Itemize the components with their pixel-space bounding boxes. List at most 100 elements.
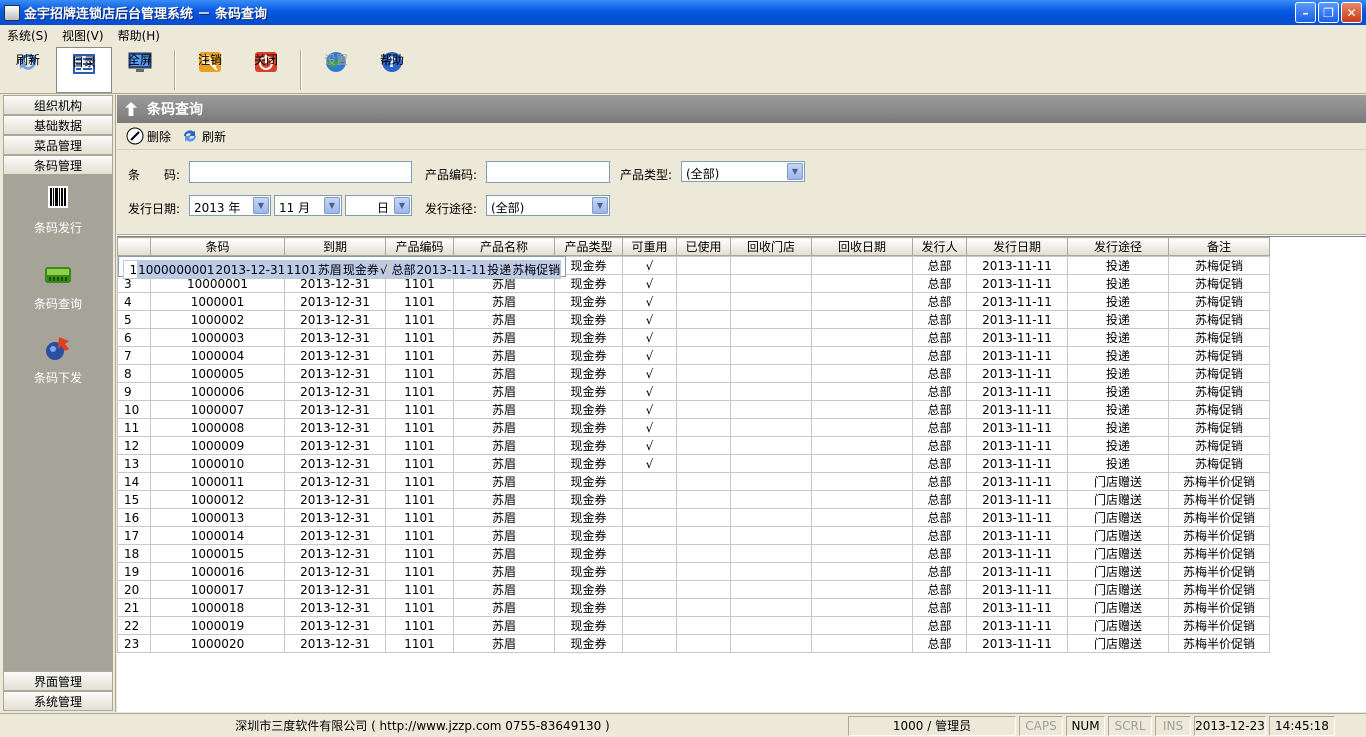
table-row[interactable]: 12 1000009 2013-12-31 1101 苏眉 现金券 √ 总部 2013-11-1… (117, 436, 1270, 455)
table-cell (811, 382, 913, 401)
table-row[interactable]: 17 1000014 2013-12-31 1101 苏眉 现金券 总部 2013-11-11… (117, 526, 1270, 545)
table-cell (730, 616, 812, 635)
column-header[interactable]: 产品类型 (554, 237, 623, 256)
sidebar-nav-org[interactable]: 组织机构 (3, 95, 113, 115)
table-cell (676, 508, 731, 527)
table-row[interactable]: 14 1000011 2013-12-31 1101 苏眉 现金券 总部 2013-11-11… (117, 472, 1270, 491)
sidebar-nav-barcode[interactable]: 条码管理 (3, 155, 113, 175)
logout-button[interactable]: 注销 (182, 46, 238, 92)
table-cell (622, 490, 677, 509)
table-cell: 总部 (912, 472, 967, 491)
table-cell: 2013-11-11 (966, 508, 1068, 527)
table-cell: 1000017 (150, 580, 285, 599)
table-cell (676, 634, 731, 653)
sidebar-item-barcode-query[interactable]: 条码查询 (3, 259, 113, 312)
menu-help[interactable]: 帮助(H) (111, 27, 167, 44)
table-row[interactable]: 16 1000013 2013-12-31 1101 苏眉 现金券 总部 2013-11-11… (117, 508, 1270, 527)
table-cell: 苏眉 (453, 508, 555, 527)
table-cell: 1000002 (150, 310, 285, 329)
close-label: 关闭 (253, 53, 278, 67)
row-number-header[interactable] (117, 237, 151, 256)
barcode-grid[interactable]: 条码 到期 产品编码 产品名称 产品类型 可重用 已使用 回收门店 回收日期 发行人 发行日期 发行途… (117, 236, 1366, 712)
close-window-button[interactable]: ✕ (1341, 2, 1362, 23)
sidebar-nav-basic-data[interactable]: 基础数据 (3, 115, 113, 135)
table-row[interactable]: 10 1000007 2013-12-31 1101 苏眉 现金券 √ 总部 2013-11-1… (117, 400, 1270, 419)
table-row[interactable]: 19 1000016 2013-12-31 1101 苏眉 现金券 总部 2013-11-11… (117, 562, 1270, 581)
table-cell (730, 526, 812, 545)
table-row[interactable]: 6 1000003 2013-12-31 1101 苏眉 现金券 √ 总部 2013-11-11… (117, 328, 1270, 347)
column-header[interactable]: 发行途径 (1067, 237, 1169, 256)
table-cell: √ (622, 292, 677, 311)
table-row[interactable]: 15 1000012 2013-12-31 1101 苏眉 现金券 总部 2013-11-11… (117, 490, 1270, 509)
chevron-down-icon: ▼ (324, 197, 340, 214)
month-select[interactable]: 11 月 ▼ (274, 195, 342, 216)
table-row[interactable]: 1 1000000001 2013-12-31 1101 苏眉 现金券 √ 总部 2013-11… (117, 256, 567, 279)
column-header[interactable]: 已使用 (676, 237, 731, 256)
table-cell: 2013-12-31 (284, 508, 386, 527)
table-cell: 2013-12-31 (284, 634, 386, 653)
menu-view[interactable]: 视图(V) (55, 27, 111, 44)
column-header[interactable]: 条码 (150, 237, 285, 256)
sidebar-nav-menu[interactable]: 菜品管理 (3, 135, 113, 155)
column-header[interactable]: 产品编码 (385, 237, 454, 256)
table-row[interactable]: 21 1000018 2013-12-31 1101 苏眉 现金券 总部 2013-11-11… (117, 598, 1270, 617)
delete-button[interactable]: 删除 (121, 127, 176, 145)
row-number: 8 (117, 364, 151, 383)
refresh-button[interactable]: 刷新 (0, 46, 56, 92)
table-cell (811, 598, 913, 617)
panel-refresh-button[interactable]: 刷新 (176, 127, 231, 145)
table-cell: 苏梅促销 (1168, 310, 1270, 329)
minimize-button[interactable]: – (1295, 2, 1316, 23)
catalog-button[interactable]: 目录 (56, 47, 112, 93)
column-header[interactable]: 发行人 (912, 237, 967, 256)
sidebar-item-barcode-issue[interactable]: 条码发行 (3, 183, 113, 236)
sidebar-nav-system[interactable]: 系统管理 (3, 691, 113, 711)
barcode-table: 条码 到期 产品编码 产品名称 产品类型 可重用 已使用 回收门店 回收日期 发行人 发行日期 发行途… (117, 237, 1270, 653)
close-button[interactable]: 关闭 (238, 46, 294, 92)
table-cell: 1101 (385, 598, 454, 617)
day-select[interactable]: 日 ▼ (345, 195, 412, 216)
column-header[interactable]: 产品名称 (453, 237, 555, 256)
product-type-select[interactable]: (全部) ▼ (681, 161, 805, 182)
column-header[interactable]: 回收日期 (811, 237, 913, 256)
table-cell: 1101 (385, 562, 454, 581)
table-cell: 苏梅半价促销 (1168, 508, 1270, 527)
table-row[interactable]: 9 1000006 2013-12-31 1101 苏眉 现金券 √ 总部 2013-11-11… (117, 382, 1270, 401)
row-number: 4 (117, 292, 151, 311)
table-cell: 1000012 (150, 490, 285, 509)
table-row[interactable]: 7 1000004 2013-12-31 1101 苏眉 现金券 √ 总部 2013-11-11… (117, 346, 1270, 365)
table-cell (676, 454, 731, 473)
settings-button[interactable]: 设置 (308, 46, 364, 92)
table-cell: 2013-12-31 (284, 400, 386, 419)
table-cell: 总部 (912, 274, 967, 293)
table-row[interactable]: 22 1000019 2013-12-31 1101 苏眉 现金券 总部 2013-11-11… (117, 616, 1270, 635)
restore-button[interactable]: ❐ (1318, 2, 1339, 23)
table-row[interactable]: 4 1000001 2013-12-31 1101 苏眉 现金券 √ 总部 2013-11-11… (117, 292, 1270, 311)
menu-system[interactable]: 系统(S) (0, 27, 55, 44)
table-cell: 投递 (1067, 436, 1169, 455)
sidebar-item-barcode-dispatch[interactable]: 条码下发 (3, 333, 113, 386)
product-code-input[interactable] (486, 161, 610, 183)
barcode-input[interactable] (189, 161, 412, 183)
column-header[interactable]: 可重用 (622, 237, 677, 256)
table-cell: 门店赠送 (1067, 580, 1169, 599)
table-row[interactable]: 18 1000015 2013-12-31 1101 苏眉 现金券 总部 2013-11-11… (117, 544, 1270, 563)
column-header[interactable]: 到期 (284, 237, 386, 256)
help-button[interactable]: ? 帮助 (364, 46, 420, 92)
year-select[interactable]: 2013 年 ▼ (189, 195, 271, 216)
table-row[interactable]: 13 1000010 2013-12-31 1101 苏眉 现金券 √ 总部 2013-11-1… (117, 454, 1270, 473)
table-row[interactable]: 23 1000020 2013-12-31 1101 苏眉 现金券 总部 2013-11-11… (117, 634, 1270, 653)
column-header[interactable]: 发行日期 (966, 237, 1068, 256)
sidebar-nav-ui[interactable]: 界面管理 (3, 671, 113, 691)
column-header[interactable]: 备注 (1168, 237, 1270, 256)
table-cell: 现金券 (554, 454, 623, 473)
table-row[interactable]: 11 1000008 2013-12-31 1101 苏眉 现金券 √ 总部 2013-11-1… (117, 418, 1270, 437)
table-row[interactable]: 5 1000002 2013-12-31 1101 苏眉 现金券 √ 总部 2013-11-11… (117, 310, 1270, 329)
table-cell: 苏眉 (453, 364, 555, 383)
table-row[interactable]: 8 1000005 2013-12-31 1101 苏眉 现金券 √ 总部 2013-11-11… (117, 364, 1270, 383)
column-header[interactable]: 回收门店 (730, 237, 812, 256)
table-row[interactable]: 20 1000017 2013-12-31 1101 苏眉 现金券 总部 2013-11-11… (117, 580, 1270, 599)
fullscreen-button[interactable]: 全屏 (112, 46, 168, 92)
product-code-label: 产品编码: (425, 168, 478, 182)
channel-select[interactable]: (全部) ▼ (486, 195, 610, 216)
